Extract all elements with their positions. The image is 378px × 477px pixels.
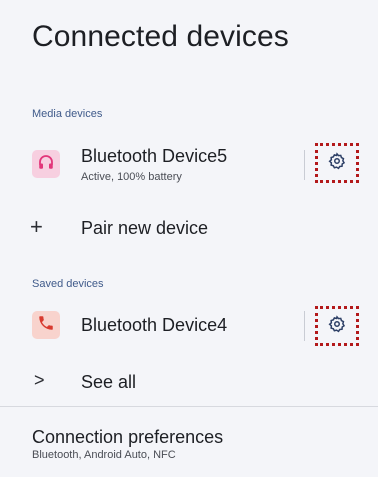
page-title: Connected devices <box>32 20 289 53</box>
row-divider <box>304 311 305 341</box>
device-name: Bluetooth Device5 <box>81 146 228 166</box>
media-devices-header: Media devices <box>32 108 103 120</box>
gear-icon <box>328 314 346 338</box>
device-icon-tile <box>32 311 60 339</box>
saved-devices-header: Saved devices <box>32 278 104 290</box>
gear-icon <box>328 151 346 175</box>
phone-icon <box>37 314 55 337</box>
section-divider <box>0 406 378 407</box>
headphones-icon <box>37 153 55 176</box>
chevron-right-icon: > <box>34 370 45 390</box>
media-device-settings-button[interactable] <box>315 143 359 183</box>
pair-new-device-row[interactable]: + Pair new device <box>0 206 378 250</box>
see-all-row[interactable]: > See all <box>0 360 378 404</box>
saved-device-settings-button[interactable] <box>315 306 359 346</box>
connection-preferences-subtitle: Bluetooth, Android Auto, NFC <box>32 449 176 461</box>
device-status: Active, 100% battery <box>81 171 182 183</box>
connected-devices-screen: Connected devices Media devices Bluetoot… <box>0 0 378 477</box>
row-divider <box>304 150 305 180</box>
see-all-label: See all <box>81 372 137 392</box>
device-name: Bluetooth Device4 <box>81 315 228 335</box>
plus-icon: + <box>30 214 43 239</box>
pair-new-device-label: Pair new device <box>81 218 209 238</box>
device-icon-tile <box>32 150 60 178</box>
connection-preferences-title: Connection preferences <box>32 427 224 447</box>
